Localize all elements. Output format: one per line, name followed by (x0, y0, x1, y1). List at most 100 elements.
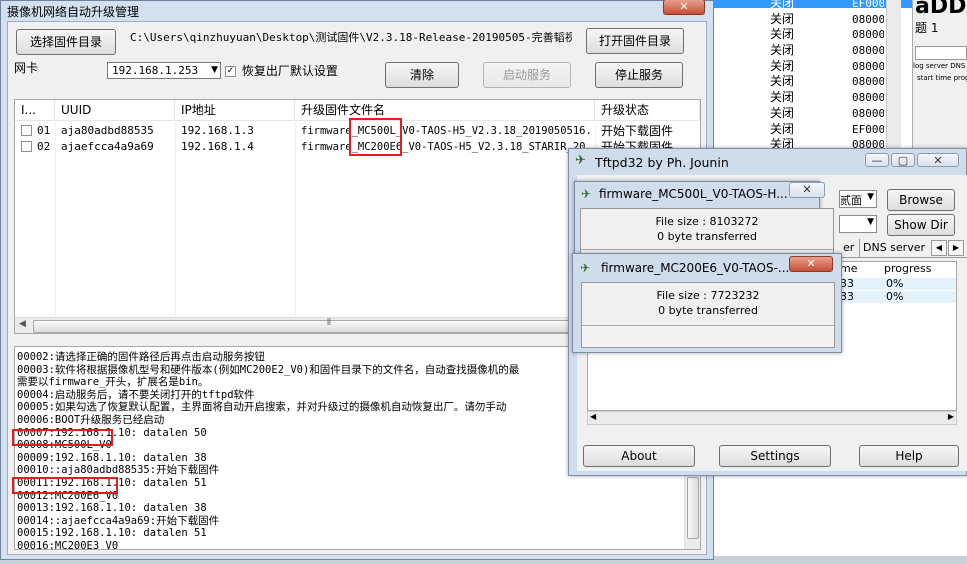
tftpd-title: Tftpd32 by Ph. Jounin (595, 155, 729, 170)
open-dir-button[interactable]: 打开固件目录 (586, 28, 684, 54)
about-button[interactable]: About (583, 445, 695, 467)
tab-dns-server[interactable]: DNS server (859, 239, 925, 257)
nic-select[interactable]: 192.168.1.253 ▼ (107, 62, 221, 79)
bg-code: 08000 (852, 12, 884, 26)
scroll-left-icon[interactable]: ◀ (19, 319, 26, 329)
col-uuid[interactable]: UUID (55, 100, 175, 120)
start-service-button[interactable]: 启动服务 (483, 62, 571, 88)
bg-scrollbar[interactable] (886, 0, 901, 150)
bg-status-column: 关闭 关闭 关闭 关闭 关闭 关闭 关闭 关闭 关闭 关闭 (770, 0, 848, 153)
tab-right-icon[interactable]: ▶ (948, 240, 964, 256)
bg-mini-tab[interactable]: log server (913, 62, 948, 70)
col-divider (175, 120, 176, 320)
scroll-right-icon[interactable]: ▶ (948, 412, 954, 421)
bg-code-column: EF000 08000 08000 08000 08000 08000 0800… (852, 0, 884, 153)
close-icon[interactable]: ✕ (663, 0, 705, 15)
transfer-col-progress[interactable]: progress (884, 262, 932, 276)
transfer-col-name[interactable]: me (840, 262, 857, 276)
row-file-suffix: V0-TAOS-H5_V2.3.18_2019050516... (402, 125, 593, 137)
clear-button[interactable]: 清除 (385, 62, 459, 88)
scroll-left-icon[interactable]: ◀ (590, 412, 596, 421)
tftpd-tabs: er DNS server ◀ ▶ (839, 239, 967, 258)
scroll-thumb[interactable] (33, 320, 653, 333)
row-file-prefix: firmware_ (301, 141, 358, 153)
file-size-text: File size : 7723232 (656, 289, 760, 302)
bg-combo[interactable] (915, 46, 967, 60)
close-icon[interactable]: ✕ (789, 256, 833, 272)
tab-tftp-server[interactable]: er (839, 239, 860, 257)
bg-status: 关闭 (770, 43, 795, 58)
bg-status: 关闭 (770, 90, 795, 105)
minimize-icon[interactable]: — (865, 153, 889, 167)
table-row[interactable]: 01 aja80adbd88535 192.168.1.3 firmware_M… (15, 123, 700, 139)
row-file-model: MC500L_ (357, 125, 403, 137)
row-index: 02 (37, 140, 51, 153)
bg-code: 08000 (852, 106, 884, 120)
bg-code: EF000 (852, 0, 884, 10)
maximize-icon[interactable]: ▢ (891, 153, 915, 167)
tftpd-dir-combo-value: 贰面 (840, 194, 862, 207)
tftpd-dir-combo[interactable]: 贰面 ▼ (839, 190, 877, 208)
bg-status: 关闭 (770, 74, 795, 89)
row-checkbox[interactable] (21, 141, 32, 152)
log-line: 00011:192.168.1.10: datalen 51 (17, 476, 207, 489)
row-index: 01 (37, 124, 51, 137)
transfer-icon: ✈ (581, 187, 592, 201)
bg-mini-tab[interactable]: DNS s (950, 62, 967, 70)
restore-checkbox[interactable]: ✓ 恢复出厂默认设置 (225, 62, 338, 79)
close-icon[interactable]: ✕ (917, 153, 959, 167)
transfer-row-progress: 0% (886, 277, 904, 290)
browse-button[interactable]: Browse (887, 189, 955, 211)
bg-mini-tabs: log server DNS s (913, 62, 967, 70)
col-file[interactable]: 升级固件文件名 (295, 100, 595, 120)
stop-service-button[interactable]: 停止服务 (595, 62, 683, 88)
transfer-window-2: ✈ firmware_MC200E6_V0-TAOS-... ✕ File si… (572, 253, 842, 353)
file-size-text: File size : 8103272 (655, 215, 759, 228)
col-divider (55, 120, 56, 320)
col-status[interactable]: 升级状态 (595, 100, 700, 120)
transfer-row-name: 33 (840, 277, 854, 290)
row-file: firmware_MC500L_V0-TAOS-H5_V2.3.18_20190… (301, 123, 593, 139)
help-button[interactable]: Help (859, 445, 959, 467)
settings-button[interactable]: Settings (719, 445, 831, 467)
log-line: 00015:192.168.1.10: datalen 51 (17, 527, 207, 540)
row-file-suffix: V0-TAOS-H5_V2.3.18_STARIR_20... (408, 141, 593, 153)
row-checkbox[interactable] (21, 125, 32, 136)
bg-mini-col: prog (953, 74, 967, 82)
bg-status: 关闭 (770, 105, 795, 120)
bg-status: 关闭 (770, 27, 795, 42)
row-uuid: aja80adbd88535 (61, 124, 154, 137)
bg-mini-hdr: start time prog (917, 74, 967, 82)
show-dir-button[interactable]: Show Dir (887, 214, 955, 236)
tab-left-icon[interactable]: ◀ (931, 240, 947, 256)
transfer-hscrollbar[interactable] (588, 496, 956, 510)
bg-code: EF000 (852, 122, 884, 136)
tftpd-logo-icon: ✈ (575, 153, 586, 168)
select-dir-button[interactable]: 选择固件目录 (16, 29, 116, 55)
row-uuid: ajaefcca4a9a69 (61, 140, 154, 153)
close-icon[interactable]: ✕ (789, 182, 825, 198)
transfer-body: File size : 7723232 0 byte transferred (581, 282, 835, 348)
restore-label: 恢复出厂默认设置 (241, 64, 338, 78)
row-file-model: MC200E6_ (357, 141, 409, 153)
path-field[interactable]: C:\Users\qinzhuyuan\Desktop\测试固件\V2.3.18… (130, 29, 572, 47)
row-ip: 192.168.1.3 (181, 124, 254, 137)
row-ip: 192.168.1.4 (181, 140, 254, 153)
bg-code: 08000 (852, 75, 884, 89)
col-index[interactable]: I... (15, 100, 55, 120)
bg-code: 08000 (852, 44, 884, 58)
grip-icon: ⦀ (327, 318, 331, 328)
transfer-hscroll[interactable]: ◀ ▶ (587, 411, 957, 425)
transfer-row-progress: 0% (886, 290, 904, 303)
bg-code: 08000 (852, 59, 884, 73)
log-line: 00012:MC200E6_V0 (17, 489, 119, 502)
main-title: 摄像机网络自动升级管理 (7, 5, 140, 19)
checkbox-icon: ✓ (225, 66, 236, 77)
transfer-icon: ✈ (580, 261, 591, 275)
transfer-title: firmware_MC500L_V0-TAOS-H... (599, 187, 788, 201)
bg-status: 关闭 (770, 0, 795, 10)
tftpd-ip-combo[interactable]: ▼ (839, 215, 877, 233)
col-ip[interactable]: IP地址 (175, 100, 295, 120)
bg-code: 08000 (852, 28, 884, 42)
bg-code: 08000 (852, 91, 884, 105)
